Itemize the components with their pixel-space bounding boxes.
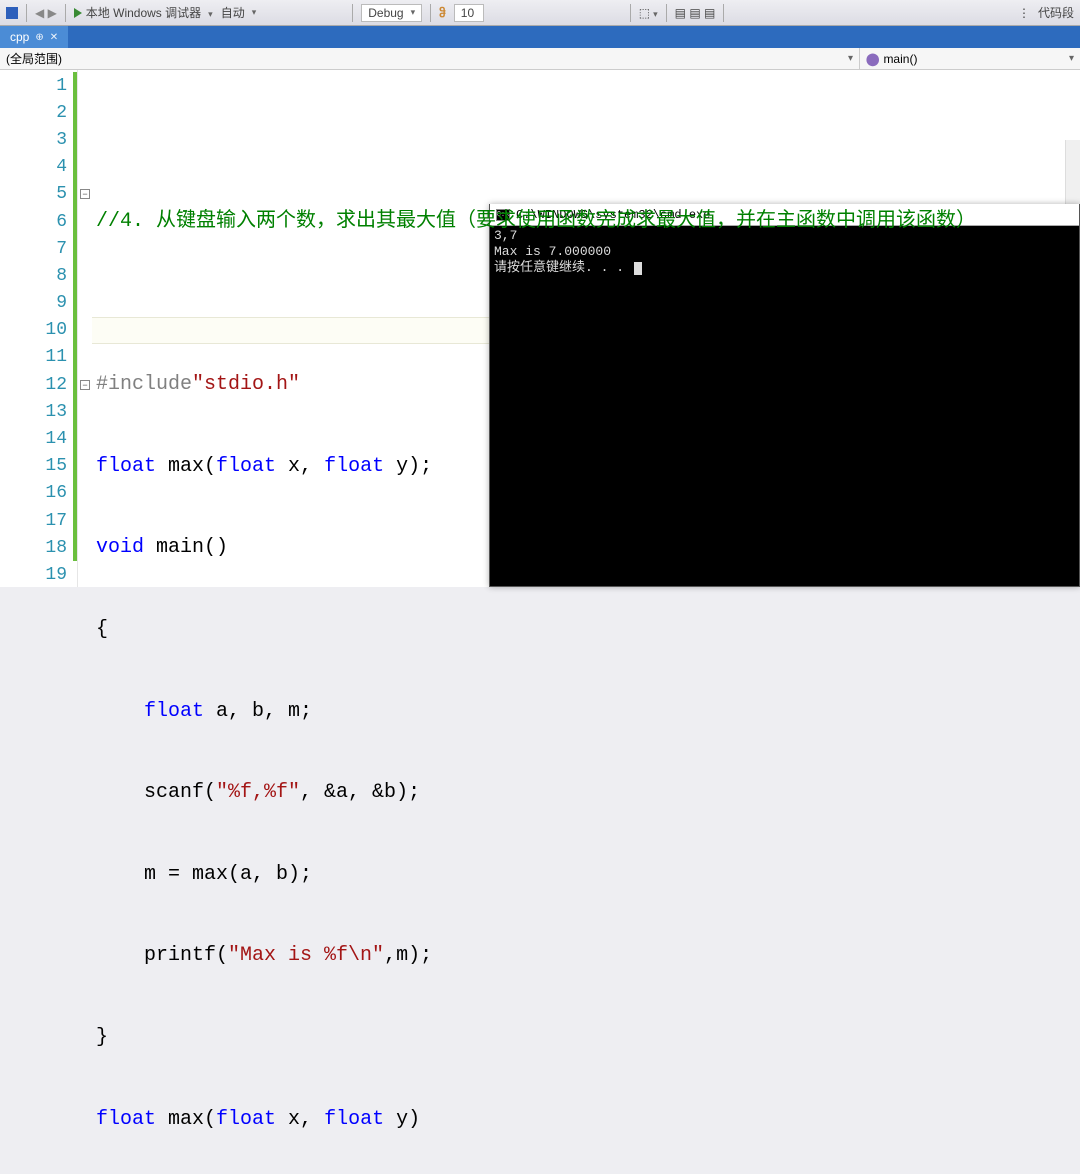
tool-group[interactable]: ▤ ▤ ▤: [675, 6, 716, 20]
tool-menu-1[interactable]: ⬚: [639, 6, 658, 20]
close-icon[interactable]: ✕: [50, 32, 58, 43]
fold-toggle[interactable]: −: [80, 189, 90, 199]
code-area[interactable]: //4. 从键盘输入两个数，求出其最大值（要求使用函数完成求最大值，并在主函数中…: [92, 70, 1080, 587]
chevron-down-icon: ▾: [1069, 53, 1074, 64]
fold-column: − −: [78, 70, 92, 587]
code-text: x,: [276, 455, 324, 478]
separator: [65, 4, 66, 22]
config-auto-label: 自动: [221, 4, 245, 21]
function-label: main(): [883, 52, 917, 66]
line-number: 16: [0, 483, 73, 503]
code-text: float: [216, 455, 276, 478]
right-tool-icon[interactable]: ⋮: [1018, 6, 1030, 20]
code-text: #include: [96, 373, 192, 396]
line-number: 13: [0, 402, 73, 422]
code-text: float: [96, 455, 156, 478]
chevron-down-icon: [205, 6, 213, 20]
tool-icon[interactable]: [6, 7, 18, 19]
code-text: ,m);: [384, 944, 432, 967]
function-dropdown[interactable]: ⬤ main() ▾: [860, 48, 1080, 69]
code-text: m = max(a, b);: [96, 863, 312, 886]
line-number: 19: [0, 565, 73, 585]
nav-bar: (全局范围) ▾ ⬤ main() ▾: [0, 48, 1080, 70]
code-text: float: [144, 700, 204, 723]
code-text: main(): [144, 536, 228, 559]
code-text: float: [324, 1108, 384, 1131]
code-text: max(: [156, 1108, 216, 1131]
separator: [666, 4, 667, 22]
line-number: 6: [0, 212, 73, 232]
config-debug-label: Debug: [368, 6, 403, 20]
debugger-label: 本地 Windows 调试器: [86, 4, 201, 21]
line-number: 1: [0, 76, 73, 96]
step-icon[interactable]: ჵ: [439, 6, 446, 20]
line-number: 7: [0, 239, 73, 259]
code-text: float: [324, 455, 384, 478]
code-text: y);: [384, 455, 432, 478]
code-text: x,: [276, 1108, 324, 1131]
line-number: 15: [0, 456, 73, 476]
separator: [430, 4, 431, 22]
code-text: {: [96, 618, 108, 641]
line-number: 14: [0, 429, 73, 449]
line-number: 5: [0, 184, 73, 204]
code-text: float: [96, 1108, 156, 1131]
scope-label: (全局范围): [6, 50, 62, 67]
code-text: "%f,%f": [216, 781, 300, 804]
page-number-input[interactable]: 10: [454, 4, 484, 22]
chevron-down-icon: ▾: [848, 53, 853, 64]
code-text: max(: [156, 455, 216, 478]
code-text: //4. 从键盘输入两个数，求出其最大值（要求使用函数完成求最大值，并在主函数中…: [96, 210, 976, 233]
separator: [630, 4, 631, 22]
line-number-gutter: 1 2 3 4 5 6 7 8 9 10 11 12 13 14 15 16 1…: [0, 70, 78, 587]
code-text: "stdio.h": [192, 373, 300, 396]
code-text: y): [384, 1108, 420, 1131]
code-text: "Max is %f\n": [228, 944, 384, 967]
config-auto-dropdown[interactable]: 自动: [221, 4, 257, 21]
separator: [723, 4, 724, 22]
code-editor[interactable]: 1 2 3 4 5 6 7 8 9 10 11 12 13 14 15 16 1…: [0, 70, 1080, 587]
separator: [352, 4, 353, 22]
line-number: 2: [0, 103, 73, 123]
fold-toggle[interactable]: −: [80, 380, 90, 390]
line-number: 9: [0, 293, 73, 313]
pin-icon[interactable]: ⊕: [35, 32, 43, 43]
line-number: 12: [0, 375, 73, 395]
tab-bar: cpp ⊕ ✕: [0, 26, 1080, 48]
line-number: 10: [0, 320, 73, 340]
line-number: 17: [0, 511, 73, 531]
play-icon: [74, 8, 82, 18]
top-toolbar: ◀ ▶ 本地 Windows 调试器 自动 Debug ჵ 10 ⬚ ▤ ▤ ▤…: [0, 0, 1080, 26]
page-number-value: 10: [461, 6, 474, 20]
code-text: void: [96, 536, 144, 559]
line-number: 8: [0, 266, 73, 286]
tab-cpp[interactable]: cpp ⊕ ✕: [0, 26, 68, 48]
line-number: 11: [0, 347, 73, 367]
code-text: a, b, m;: [204, 700, 312, 723]
code-text: }: [96, 1026, 108, 1049]
code-text: , &a, &b);: [300, 781, 420, 804]
debugger-dropdown[interactable]: 本地 Windows 调试器: [74, 4, 213, 21]
code-text: float: [216, 1108, 276, 1131]
separator: [26, 4, 27, 22]
snippets-label: 代码段: [1038, 4, 1074, 21]
code-text: scanf(: [96, 781, 216, 804]
scope-dropdown[interactable]: (全局范围) ▾: [0, 48, 860, 69]
nav-arrows[interactable]: ◀ ▶: [35, 6, 57, 20]
config-debug-dropdown[interactable]: Debug: [361, 4, 422, 22]
line-number: 4: [0, 157, 73, 177]
line-number: 3: [0, 130, 73, 150]
code-text: printf(: [96, 944, 228, 967]
tab-title: cpp: [10, 30, 29, 44]
function-icon: ⬤: [866, 52, 879, 66]
line-number: 18: [0, 538, 73, 558]
